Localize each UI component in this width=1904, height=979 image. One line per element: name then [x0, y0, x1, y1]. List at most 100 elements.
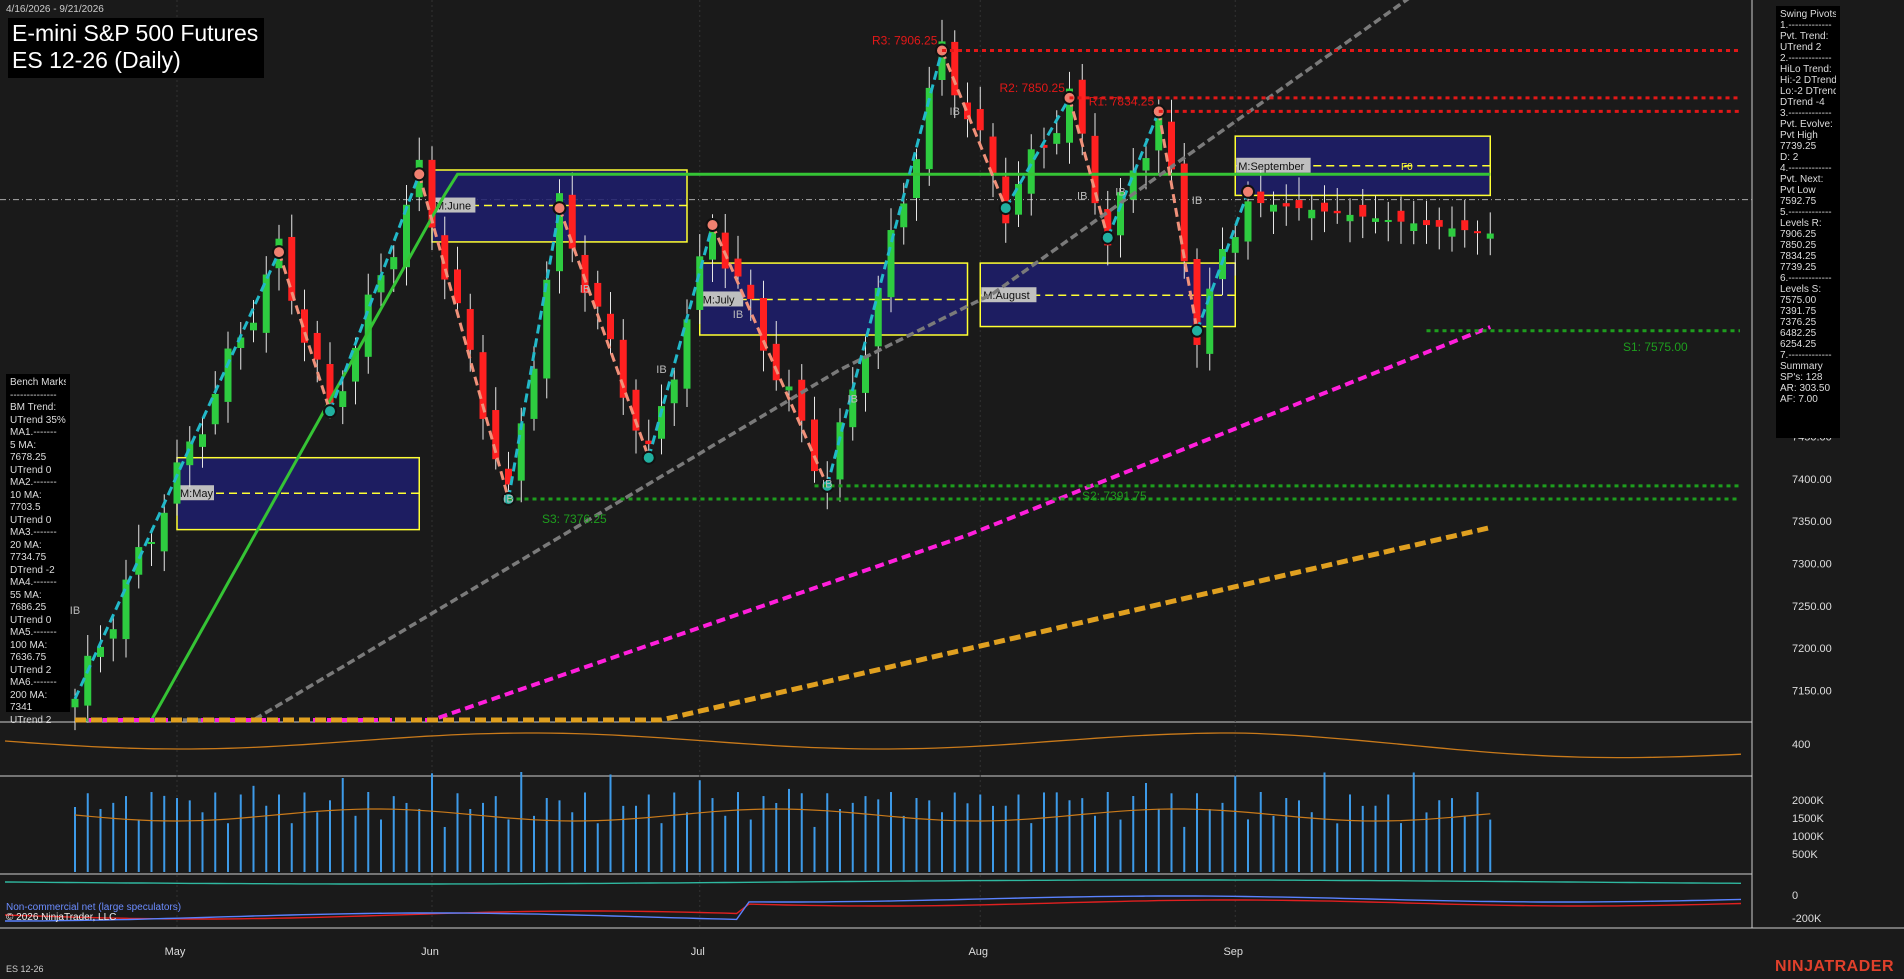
swing-pivot-line: 7739.25 — [1780, 141, 1817, 152]
oscillator-tick: 400 — [1792, 739, 1810, 751]
bench-mark-line: UTrend 35% — [10, 414, 66, 426]
swing-pivot-line: Levels S: — [1780, 284, 1822, 295]
ib-marker: IB — [848, 394, 858, 406]
bench-mark-line: 7734.75 — [10, 552, 47, 563]
y-tick-label: 7250.00 — [1792, 601, 1832, 613]
candle-body — [1257, 191, 1265, 204]
swing-pivot-line: SP's: 128 — [1780, 372, 1823, 383]
candle-body — [122, 579, 130, 640]
bench-marks-panel: Bench Marks -------------- BM Trend: UTrend… — [6, 374, 70, 726]
bench-mark-line: UTrend 2 — [10, 664, 52, 676]
candle-body — [772, 343, 780, 381]
y-tick-label: 7200.00 — [1792, 643, 1832, 655]
swing-pivot-line: D: 2 — [1780, 152, 1799, 163]
swing-pivot-line: Pvt High — [1780, 130, 1818, 141]
resistance-label: R3: 7906.25 — [872, 33, 938, 47]
candle-body — [1142, 158, 1150, 171]
candle-body — [390, 257, 398, 270]
y-tick-label: 7350.00 — [1792, 516, 1832, 528]
swing-pivot-line: 7575.00 — [1780, 295, 1817, 306]
contract-title: ES 12-26 (Daily) — [12, 47, 181, 73]
swing-pivot-line: UTrend 2 — [1780, 42, 1822, 53]
volume-tick: 500K — [1792, 849, 1818, 861]
swing-low-marker — [641, 450, 656, 465]
candle-body — [607, 313, 614, 340]
candle-body — [670, 379, 678, 404]
support-label: S2: 7391.75 — [1082, 489, 1147, 503]
swing-pivot-line: Hi:-2 DTrend — [1780, 75, 1836, 86]
bench-mark-line: MA1.------- — [10, 427, 57, 438]
bench-mark-line: MA5.------- — [10, 627, 57, 638]
candle-body — [1486, 233, 1494, 239]
candle-body — [874, 288, 882, 347]
candle-body — [1078, 79, 1086, 134]
candle-body — [1359, 204, 1367, 217]
swing-pivot-line: Lo:-2 DTrend — [1780, 86, 1836, 97]
candle-body — [1372, 218, 1379, 222]
x-tick-label: Jul — [691, 946, 705, 958]
ib-marker: IB — [1115, 186, 1125, 198]
candle-body — [454, 269, 461, 304]
candle-body — [1346, 214, 1354, 222]
box-marker-label: F0 — [1401, 162, 1413, 173]
swing-pivot-line: Swing Pivots — [1780, 9, 1836, 20]
cot-tick: 0 — [1792, 890, 1798, 902]
bench-mark-line: DTrend -2 — [10, 564, 55, 576]
candle-body — [543, 279, 551, 379]
swing-pivot-line: 3.------------- — [1780, 108, 1832, 119]
candle-body — [160, 512, 168, 552]
swing-pivot-line: 7592.75 — [1780, 196, 1817, 207]
y-tick-label: 7400.00 — [1792, 474, 1832, 486]
swing-high-marker — [1241, 184, 1255, 199]
swing-pivot-line: 7906.25 — [1780, 229, 1817, 240]
swing-pivots-panel: Swing Pivots 1.------------- Pvt. Trend: UT… — [1776, 6, 1840, 438]
bench-mark-line: MA4.------- — [10, 577, 57, 588]
candle-body — [747, 284, 755, 300]
candle-body — [71, 698, 79, 708]
x-tick-label: Jun — [421, 946, 439, 958]
swing-high-marker — [552, 201, 567, 216]
swing-low-marker — [1190, 323, 1204, 338]
swing-pivot-line: 7.------------- — [1780, 350, 1832, 361]
swing-high-marker — [705, 218, 720, 232]
swing-pivot-line: DTrend -4 — [1780, 97, 1825, 108]
y-tick-label: 7300.00 — [1792, 558, 1832, 570]
candle-body — [1410, 223, 1418, 232]
candle-body — [1435, 220, 1443, 227]
bench-mark-line: UTrend 0 — [10, 514, 52, 526]
ib-marker: IB — [822, 478, 832, 490]
bench-mark-line: 5 MA: — [10, 439, 37, 451]
chart-title-box: E-mini S&P 500 Futures ES 12-26 (Daily) — [8, 18, 265, 78]
swing-high-marker — [412, 167, 427, 182]
candle-body — [1053, 133, 1061, 144]
brand-logo: NINJATRADER — [1775, 958, 1894, 975]
swing-pivot-line: 4.------------- — [1780, 163, 1832, 174]
candle-body — [1384, 219, 1392, 222]
swing-pivot-line: 5.------------- — [1780, 207, 1832, 218]
volume-tick: 1000K — [1792, 831, 1824, 843]
ib-marker: IB — [503, 494, 513, 506]
cot-tick: -200K — [1792, 913, 1822, 925]
ib-marker: IB — [70, 605, 80, 617]
candle-body — [1027, 149, 1035, 194]
resistance-label: R1: 7834.25 — [1089, 94, 1155, 108]
monthly-box-label: M:May — [180, 488, 214, 500]
candle-body — [1282, 203, 1290, 207]
candle-body — [1333, 210, 1341, 214]
candle-body — [1231, 237, 1239, 253]
bench-mark-line: 7686.25 — [10, 602, 47, 613]
price-chart[interactable]: 7150.00 7200.00 7250.00 7300.00 7350.00 7400.… — [0, 0, 1904, 979]
swing-pivot-line: 6254.25 — [1780, 339, 1817, 350]
candle-body — [1180, 163, 1188, 262]
candle-body — [913, 159, 920, 199]
bench-mark-line: BM Trend: — [10, 402, 57, 413]
candle-body — [250, 322, 257, 331]
ib-marker: IB — [1077, 191, 1087, 203]
bench-mark-line: 7678.25 — [10, 452, 47, 463]
candle-body — [224, 348, 232, 402]
swing-pivot-line: Pvt Low — [1780, 185, 1816, 196]
support-label: S3: 7376.25 — [542, 512, 607, 526]
bench-mark-line: 20 MA: — [10, 539, 42, 551]
candle-body — [199, 434, 206, 447]
candle-body — [1321, 202, 1328, 212]
